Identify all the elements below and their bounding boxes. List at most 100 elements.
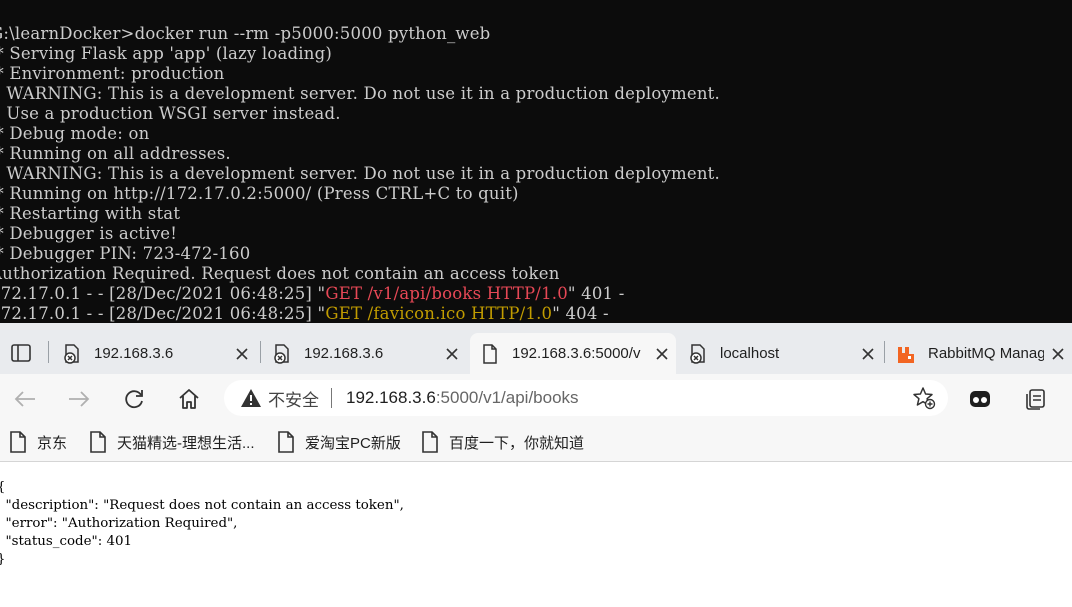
- bookmark-label: 百度一下，你就知道: [449, 434, 585, 452]
- tab-title: 192.168.3.6: [304, 345, 384, 362]
- bookmark-item[interactable]: 百度一下，你就知道: [421, 428, 584, 456]
- bookmarks-bar: 京东 天猫精选-理想生活... 爱淘宝PC新版 百度一下，你就知道: [0, 422, 1072, 462]
- broken-page-icon: [64, 343, 79, 364]
- tab-separator: [48, 341, 49, 363]
- terminal-text: * Debugger is active!: [0, 224, 178, 243]
- bookmark-item[interactable]: 天猫精选-理想生活...: [89, 428, 255, 456]
- page-icon: [90, 431, 106, 453]
- terminal-line: 172.17.0.1 - - [28/Dec/2021 06:48:25] "G…: [0, 284, 720, 304]
- close-tab-button[interactable]: [1044, 340, 1072, 368]
- close-tab-button[interactable]: [854, 340, 882, 368]
- close-icon: [446, 347, 458, 360]
- terminal-line: * Environment: production: [0, 64, 720, 84]
- terminal-text: * Environment: production: [0, 64, 225, 83]
- terminal-line: 172.17.0.1 - - [28/Dec/2021 06:48:25] "G…: [0, 304, 720, 323]
- json-response-body: { "description": "Request does not conta…: [0, 480, 404, 567]
- tab-title: RabbitMQ Manage: [928, 345, 1044, 362]
- bookmark-label: 京东: [37, 434, 68, 452]
- security-status-label[interactable]: 不安全: [268, 386, 319, 411]
- tab-separator: [260, 341, 261, 363]
- close-icon: [656, 347, 668, 360]
- arrow-left-icon: [14, 391, 35, 407]
- terminal-line: WARNING: This is a development server. D…: [0, 164, 720, 184]
- terminal-text: Use a production WSGI server instead.: [0, 104, 341, 123]
- terminal-text: * Debug mode: on: [0, 124, 150, 143]
- tab-title: 192.168.3.6: [94, 345, 174, 362]
- tab-5[interactable]: RabbitMQ Manage: [886, 333, 1072, 374]
- terminal-line: * Running on http://172.17.0.2:5000/ (Pr…: [0, 184, 720, 204]
- terminal-line: * Debug mode: on: [0, 124, 720, 144]
- page-icon: [278, 431, 294, 453]
- arrow-right-icon: [69, 391, 90, 407]
- close-icon: [862, 347, 874, 360]
- address-bar[interactable]: 不安全 192.168.3.6:5000/v1/api/books: [224, 380, 948, 416]
- bookmark-item[interactable]: 爱淘宝PC新版: [277, 428, 401, 456]
- home-icon: [179, 389, 199, 409]
- refresh-button[interactable]: [118, 383, 150, 415]
- refresh-icon: [125, 390, 143, 409]
- terminal-text: G:\learnDocker>docker run --rm -p5000:50…: [0, 24, 491, 43]
- home-button[interactable]: [173, 383, 205, 415]
- tab-separator: [884, 341, 885, 363]
- collections-button[interactable]: [1019, 383, 1051, 415]
- browser-toolbar: 不安全 192.168.3.6:5000/v1/api/books: [0, 374, 1072, 422]
- bookmark-label: 天猫精选-理想生活...: [117, 434, 255, 452]
- terminal-text: " 404 -: [552, 304, 609, 323]
- terminal-output: G:\learnDocker>docker run --rm -p5000:50…: [0, 24, 730, 323]
- collections-icon: [1026, 389, 1045, 410]
- tab-4[interactable]: localhost: [678, 333, 882, 374]
- add-favorite-icon[interactable]: [912, 386, 936, 410]
- terminal-text: * Running on http://172.17.0.2:5000/ (Pr…: [0, 184, 519, 203]
- terminal-line: Authorization Required. Request does not…: [0, 264, 720, 284]
- tab-actions-icon: [11, 344, 31, 362]
- close-tab-button[interactable]: [648, 340, 676, 368]
- terminal-text: WARNING: This is a development server. D…: [0, 84, 720, 103]
- tab-3-active[interactable]: 192.168.3.6:5000/v: [470, 333, 676, 374]
- bookmark-label: 爱淘宝PC新版: [305, 434, 401, 452]
- browser-tab-strip: 192.168.3.6 192.168.3.6 192.168.3.6:5000…: [0, 323, 1072, 374]
- terminal-text: * Restarting with stat: [0, 204, 181, 223]
- tab-title: 192.168.3.6:5000/v: [512, 345, 641, 362]
- rabbitmq-icon: [898, 346, 914, 363]
- back-button[interactable]: [9, 383, 41, 415]
- terminal-text: WARNING: This is a development server. D…: [0, 164, 720, 183]
- terminal-line: Use a production WSGI server instead.: [0, 104, 720, 124]
- tab-actions-button[interactable]: [6, 338, 36, 368]
- terminal-line: * Debugger PIN: 723-472-160: [0, 244, 720, 264]
- terminal-line: G:\learnDocker>docker run --rm -p5000:50…: [0, 24, 720, 44]
- broken-page-icon: [690, 343, 705, 364]
- terminal-line: * Debugger is active!: [0, 224, 720, 244]
- tab-title: localhost: [720, 345, 780, 362]
- tab-2[interactable]: 192.168.3.6: [262, 333, 466, 374]
- terminal-text: Authorization Required. Request does not…: [0, 264, 560, 283]
- page-content: { "description": "Request does not conta…: [0, 463, 1072, 607]
- terminal-text: * Running on all addresses.: [0, 144, 231, 163]
- close-icon: [236, 347, 248, 360]
- warning-icon: [241, 389, 261, 407]
- terminal-line: * Running on all addresses.: [0, 144, 720, 164]
- terminal-line: WARNING: This is a development server. D…: [0, 84, 720, 104]
- forward-button[interactable]: [63, 383, 95, 415]
- bookmark-item[interactable]: 京东: [9, 428, 67, 456]
- terminal-text: * Serving Flask app 'app' (lazy loading): [0, 44, 333, 63]
- page-icon: [10, 431, 26, 453]
- terminal-text: 172.17.0.1 - - [28/Dec/2021 06:48:25] ": [0, 284, 326, 303]
- terminal-text: * Debugger PIN: 723-472-160: [0, 244, 251, 263]
- url-text[interactable]: 192.168.3.6:5000/v1/api/books: [346, 388, 579, 408]
- tab-1[interactable]: 192.168.3.6: [52, 333, 256, 374]
- close-icon: [1052, 347, 1064, 360]
- close-tab-button[interactable]: [228, 340, 256, 368]
- terminal-line: * Serving Flask app 'app' (lazy loading): [0, 44, 720, 64]
- url-path: :5000/v1/api/books: [435, 388, 579, 407]
- page-icon: [422, 431, 438, 453]
- extension-button[interactable]: [964, 383, 996, 415]
- terminal-text: 172.17.0.1 - - [28/Dec/2021 06:48:25] ": [0, 304, 326, 323]
- http-request-text: GET /favicon.ico HTTP/1.0: [325, 304, 553, 323]
- broken-page-icon: [274, 343, 289, 364]
- close-tab-button[interactable]: [438, 340, 466, 368]
- http-request-text: GET /v1/api/books HTTP/1.0: [325, 284, 568, 303]
- page-icon: [483, 343, 497, 364]
- terminal-text: " 401 -: [567, 284, 625, 303]
- extension-icon: [970, 391, 990, 407]
- terminal-line: * Restarting with stat: [0, 204, 720, 224]
